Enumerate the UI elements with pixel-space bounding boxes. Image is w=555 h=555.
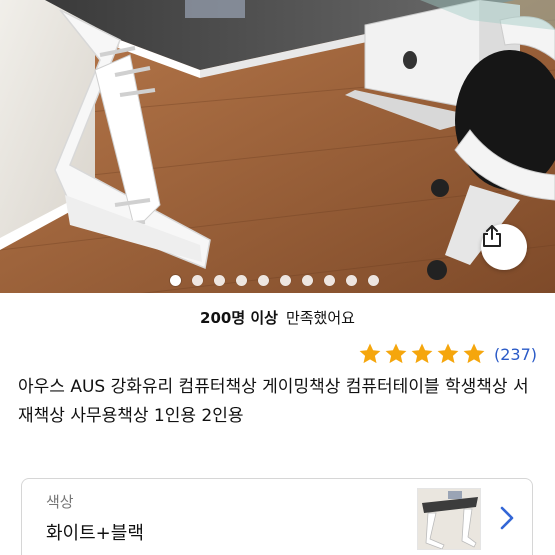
star-icon <box>437 343 459 364</box>
rating-summary[interactable]: (237) <box>358 340 537 368</box>
star-icon <box>359 343 381 364</box>
product-image-carousel[interactable] <box>0 0 555 293</box>
share-icon <box>483 225 501 247</box>
carousel-dot[interactable] <box>368 275 379 286</box>
carousel-dot[interactable] <box>258 275 269 286</box>
satisfaction-count: 200명 이상 <box>200 308 278 327</box>
carousel-indicator[interactable] <box>0 275 555 289</box>
color-option-selector[interactable]: 색상 화이트+블랙 <box>21 478 533 555</box>
carousel-dot[interactable] <box>280 275 291 286</box>
star-icon <box>463 343 485 364</box>
share-button[interactable] <box>481 224 527 270</box>
option-thumbnail <box>417 488 481 550</box>
carousel-dot[interactable] <box>324 275 335 286</box>
satisfaction-text: 만족했어요 <box>285 308 355 327</box>
satisfaction-summary: 200명 이상 만족했어요 <box>0 293 555 341</box>
product-photo <box>0 0 555 293</box>
chevron-right-icon <box>500 506 514 530</box>
star-icon <box>411 343 433 364</box>
carousel-dot[interactable] <box>214 275 225 286</box>
carousel-dot[interactable] <box>236 275 247 286</box>
carousel-dot[interactable] <box>302 275 313 286</box>
carousel-dot[interactable] <box>346 275 357 286</box>
product-title: 아우스 AUS 강화유리 컴퓨터책상 게이밍책상 컴퓨터테이블 학생책상 서재책… <box>18 377 529 426</box>
star-rating <box>358 342 486 366</box>
star-icon <box>385 343 407 364</box>
review-count-link[interactable]: (237) <box>494 345 537 364</box>
carousel-dot[interactable] <box>170 275 181 286</box>
option-label: 색상 <box>46 493 74 511</box>
option-value: 화이트+블랙 <box>46 523 144 544</box>
carousel-dot[interactable] <box>192 275 203 286</box>
